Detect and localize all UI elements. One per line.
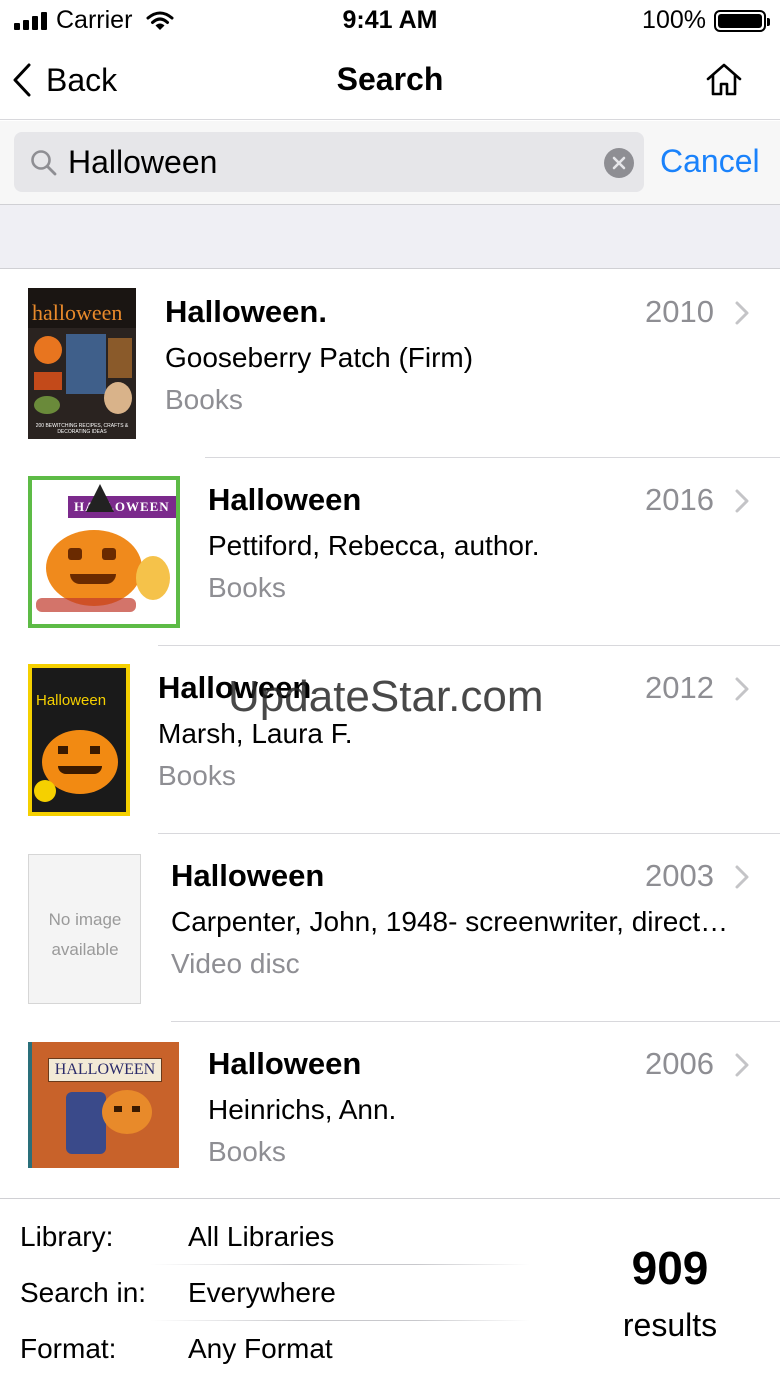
result-format: Books xyxy=(208,572,286,603)
cover-title: halloween xyxy=(32,300,123,325)
page-title: Search xyxy=(336,61,444,97)
chevron-right-icon xyxy=(735,677,749,701)
result-author: Heinrichs, Ann. xyxy=(208,1094,397,1125)
filter-search-in[interactable]: Search in: Everywhere xyxy=(0,1265,540,1321)
book-cover: Halloween xyxy=(28,664,130,816)
book-cover: HALLOWEEN xyxy=(28,1042,179,1168)
search-bar: Cancel xyxy=(0,121,780,205)
result-year: 2006 xyxy=(645,1046,714,1081)
result-row[interactable]: Halloween Halloween Marsh, Laura F. Book… xyxy=(0,646,780,834)
result-author: Pettiford, Rebecca, author. xyxy=(208,530,540,561)
result-row[interactable]: halloween 200 BEWITCHING RECIPES, CRAFTS… xyxy=(0,270,780,458)
result-year: 2010 xyxy=(645,294,714,329)
filter-label: Library: xyxy=(20,1221,114,1252)
filter-value: Any Format xyxy=(188,1333,333,1364)
result-row[interactable]: No image available Halloween Carpenter, … xyxy=(0,834,780,1022)
result-year: 2012 xyxy=(645,670,714,705)
result-format: Books xyxy=(165,384,243,415)
book-cover: halloween 200 BEWITCHING RECIPES, CRAFTS… xyxy=(28,288,136,439)
cover-title: HALLOWEEN xyxy=(54,1061,156,1078)
results-count-label: results xyxy=(622,1307,718,1343)
chevron-right-icon xyxy=(735,301,749,325)
placeholder-text: No image available xyxy=(48,910,122,959)
filter-label: Format: xyxy=(20,1333,117,1364)
filter-label: Search in: xyxy=(20,1277,147,1308)
result-format: Video disc xyxy=(171,948,300,979)
navigation-bar: Back Search xyxy=(0,42,780,120)
result-title: Halloween xyxy=(208,1046,362,1081)
result-year: 2003 xyxy=(645,858,714,893)
result-format: Books xyxy=(208,1136,286,1167)
section-header xyxy=(0,205,780,269)
status-bar: Carrier 9:41 AM 100% xyxy=(0,0,780,42)
result-title: Halloween xyxy=(208,482,362,517)
result-author: Marsh, Laura F. xyxy=(158,718,353,749)
result-author: Carpenter, John, 1948- screenwriter, dir… xyxy=(171,906,739,937)
close-icon xyxy=(612,156,626,170)
filter-value: All Libraries xyxy=(188,1221,335,1252)
clear-search-button[interactable] xyxy=(604,148,634,178)
search-icon xyxy=(31,150,57,176)
chevron-right-icon xyxy=(735,865,749,889)
result-author: Gooseberry Patch (Firm) xyxy=(165,342,474,373)
result-year: 2016 xyxy=(645,482,714,517)
result-format: Books xyxy=(158,760,236,791)
chevron-right-icon xyxy=(735,489,749,513)
battery-icon xyxy=(714,10,770,32)
search-field[interactable] xyxy=(14,132,644,192)
book-cover: HALLOWEEN xyxy=(28,476,180,628)
search-input[interactable] xyxy=(68,140,598,184)
result-title: Halloween xyxy=(158,670,312,705)
battery-percent: 100% xyxy=(642,6,706,34)
filter-value: Everywhere xyxy=(188,1277,336,1308)
search-filters-footer: Library: All Libraries Search in: Everyw… xyxy=(0,1198,780,1387)
result-title: Halloween. xyxy=(165,294,327,329)
cover-caption: 200 BEWITCHING RECIPES, CRAFTS & DECORAT… xyxy=(35,423,129,435)
cancel-button[interactable]: Cancel xyxy=(660,143,760,180)
chevron-right-icon xyxy=(735,1053,749,1077)
result-row[interactable]: HALLOWEEN Halloween Heinrichs, Ann. Book… xyxy=(0,1022,780,1198)
home-icon[interactable] xyxy=(704,60,744,100)
result-row[interactable]: HALLOWEEN Halloween Pettiford, Rebecca, … xyxy=(0,458,780,646)
no-image-placeholder: No image available xyxy=(28,854,141,1004)
filter-library[interactable]: Library: All Libraries xyxy=(0,1209,540,1265)
result-title: Halloween xyxy=(171,858,325,893)
cover-title: Halloween xyxy=(36,692,107,709)
results-count: 909 xyxy=(631,1242,709,1294)
results-list: halloween 200 BEWITCHING RECIPES, CRAFTS… xyxy=(0,270,780,1198)
filter-format[interactable]: Format: Any Format xyxy=(0,1321,540,1377)
